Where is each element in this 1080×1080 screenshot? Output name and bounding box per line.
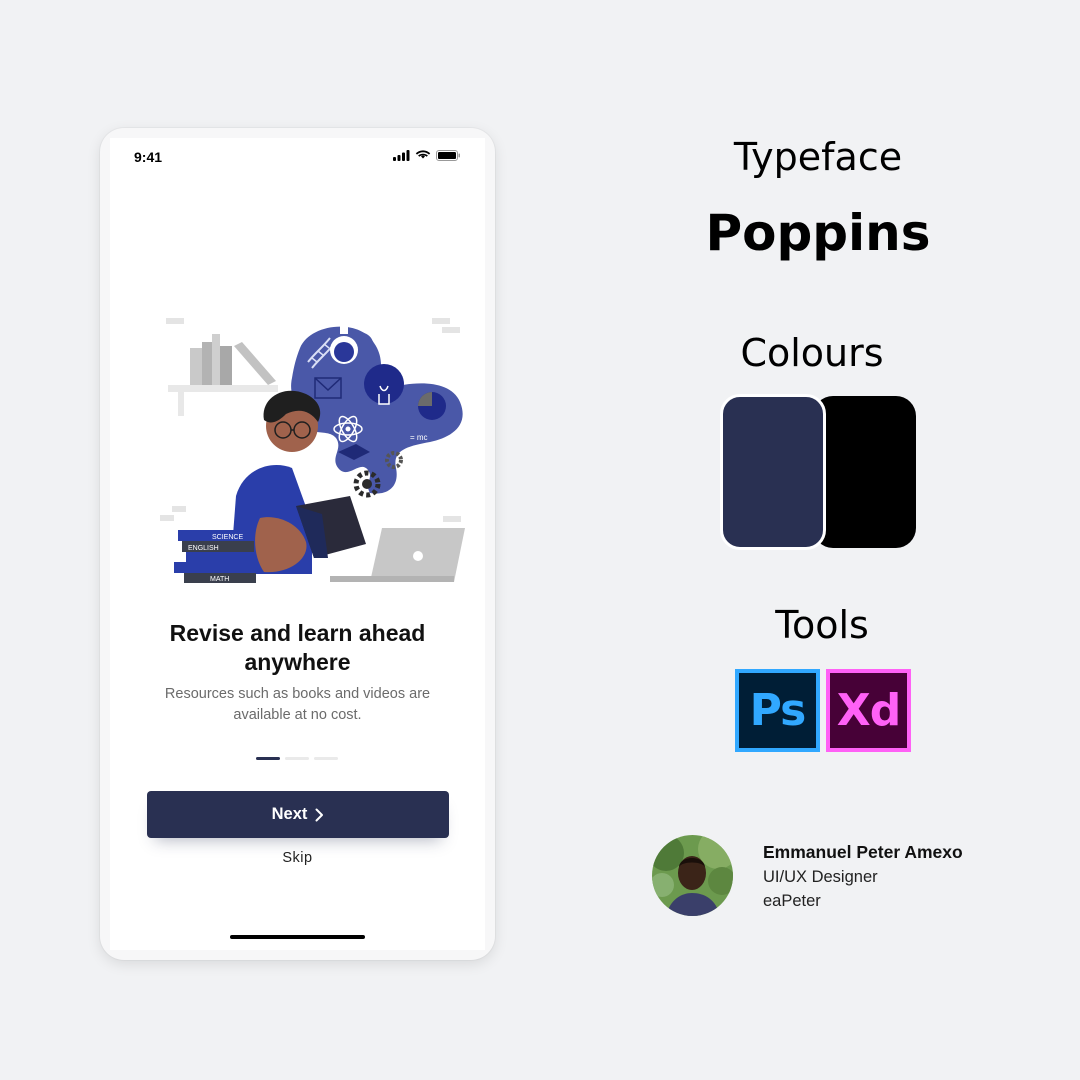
phone-mockup: 9:41 = mc SCIENCE ENGLISH MATH Revise an… (100, 128, 495, 960)
next-button[interactable]: Next (147, 791, 449, 838)
book-label-math: MATH (210, 576, 229, 583)
colours-heading: Colours (740, 331, 884, 375)
signal-icon (393, 150, 410, 161)
page-indicator (256, 757, 338, 760)
avatar (652, 835, 733, 916)
phone-screen: 9:41 = mc SCIENCE ENGLISH MATH Revise an… (110, 138, 485, 950)
author-handle: eaPeter (763, 892, 821, 910)
battery-icon (436, 150, 460, 161)
book-label-english: ENGLISH (188, 545, 219, 552)
status-icons (393, 150, 461, 161)
wifi-icon (415, 150, 431, 159)
typeface-name: Poppins (705, 204, 931, 262)
onboarding-title: Revise and learn ahead anywhere (169, 620, 426, 675)
adobe-xd-icon-label: Xd (836, 685, 901, 736)
author-role: UI/UX Designer (763, 868, 878, 886)
page-dot (285, 757, 309, 760)
chevron-right-icon (315, 808, 324, 821)
page-dot (314, 757, 338, 760)
book-label-science: SCIENCE (212, 534, 243, 541)
home-indicator (230, 935, 365, 939)
colour-swatch-black (813, 396, 916, 548)
next-button-label: Next (271, 805, 308, 823)
photoshop-icon-label: Ps (749, 685, 807, 736)
skip-button[interactable]: Skip (110, 850, 485, 866)
author-name: Emmanuel Peter Amexo (763, 842, 963, 862)
page-dot-active (256, 757, 280, 760)
tools-heading: Tools (775, 603, 869, 647)
photoshop-icon: Ps (735, 669, 820, 752)
student-reading-illustration: = mc SCIENCE ENGLISH MATH (160, 318, 465, 583)
adobe-xd-icon: Xd (826, 669, 911, 752)
colour-swatch-navy (720, 394, 826, 550)
status-time: 9:41 (134, 149, 163, 165)
typeface-heading: Typeface (733, 135, 903, 179)
onboarding-subtitle: Resources such as books and videos are a… (164, 686, 431, 723)
formula-text: = mc (410, 433, 428, 442)
